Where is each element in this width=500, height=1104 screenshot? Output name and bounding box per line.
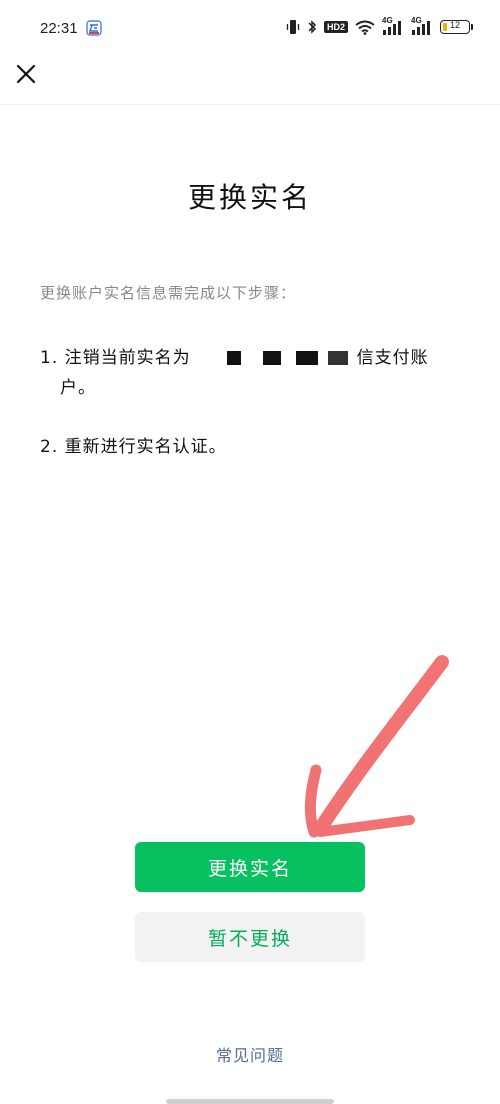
- annotation-arrow-icon: [304, 655, 449, 838]
- status-bar: 22:31 HD2 4G 4G 12: [0, 0, 500, 58]
- battery-icon: 12: [440, 20, 473, 34]
- status-time: 22:31: [40, 20, 78, 37]
- bluetooth-icon: [308, 20, 317, 34]
- cancel-change-button[interactable]: 暂不更换: [135, 912, 365, 962]
- nav-divider: [0, 104, 500, 105]
- step-1: 1. 注销当前实名为 信支付账 户。: [40, 343, 440, 403]
- redacted-name: [227, 351, 242, 365]
- signal-1: 4G: [382, 16, 404, 35]
- hd-badge: HD2: [323, 21, 348, 33]
- redacted-name: [295, 351, 318, 365]
- signal-2: 4G: [411, 16, 433, 35]
- redacted-name: [328, 351, 349, 365]
- change-real-name-button[interactable]: 更换实名: [135, 842, 365, 892]
- step-1-suffix: 信支付账: [356, 348, 429, 368]
- redacted-name: [263, 351, 282, 365]
- step-1-prefix: 1. 注销当前实名为: [40, 348, 191, 368]
- faq-link[interactable]: 常见问题: [0, 1042, 500, 1066]
- step-2: 2. 重新进行实名认证。: [40, 437, 227, 457]
- home-indicator[interactable]: [166, 1099, 334, 1104]
- status-icons: HD2 4G 4G 12: [286, 16, 473, 36]
- close-icon[interactable]: [12, 60, 40, 88]
- wifi-icon: [355, 20, 375, 35]
- signal-bars-icon: [412, 21, 430, 35]
- vibrate-icon: [286, 20, 300, 34]
- signal-bars-icon: [383, 21, 401, 35]
- intro-text: 更换账户实名信息需完成以下步骤：: [40, 284, 297, 302]
- step-1-continuation: 户。: [60, 378, 96, 398]
- page-title: 更换实名: [187, 181, 312, 214]
- battery-level: 12: [449, 20, 460, 30]
- app-notification-icon: [86, 20, 102, 36]
